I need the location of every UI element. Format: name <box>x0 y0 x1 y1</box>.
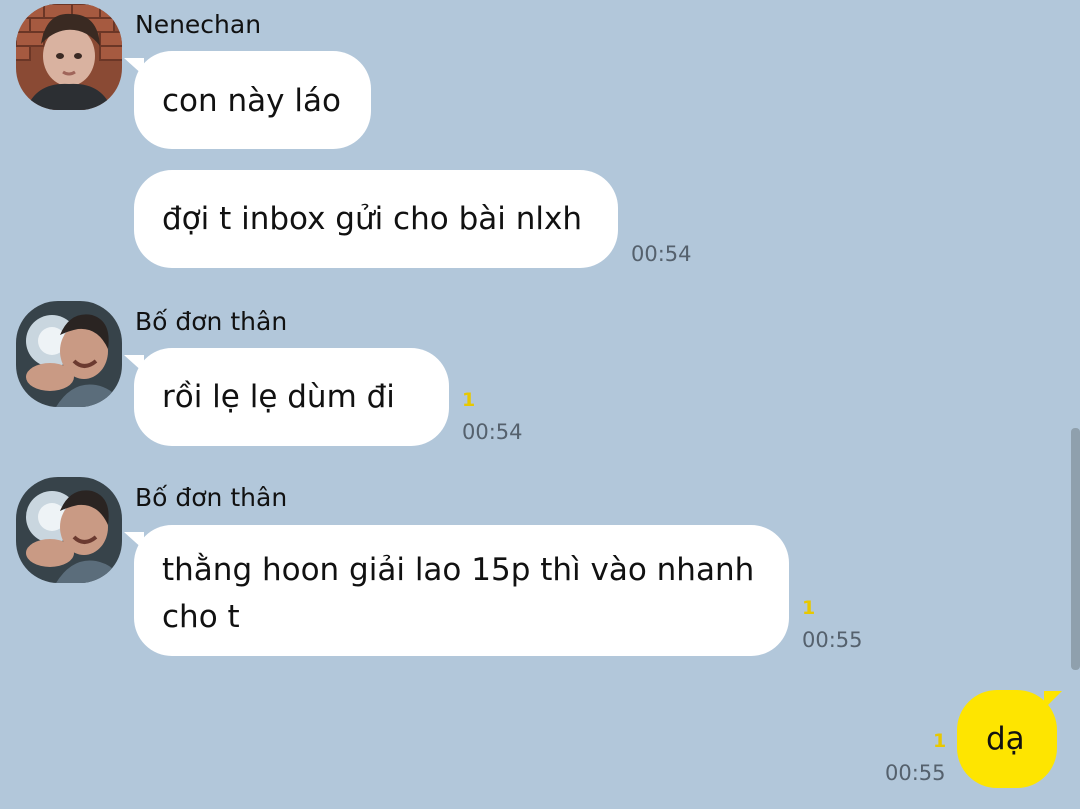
sender-name: Bố đơn thân <box>135 307 288 336</box>
message-timestamp: 00:55 <box>885 761 946 785</box>
message-text: thằng hoon giải lao 15p thì vào nhanh ch… <box>162 552 755 635</box>
avatar-bo-don-than-image <box>16 477 122 583</box>
message-text: đợi t inbox gửi cho bài nlxh <box>162 201 582 237</box>
sender-name: Bố đơn thân <box>135 483 288 512</box>
message-text: rồi lẹ lẹ dùm đi <box>162 379 395 415</box>
bubble-tail <box>1044 691 1062 709</box>
avatar-bo-don-than-image <box>16 301 122 407</box>
message-bubble[interactable]: đợi t inbox gửi cho bài nlxh <box>134 170 618 268</box>
avatar-bo-don-than[interactable] <box>16 477 122 583</box>
unread-count: 1 <box>802 597 816 619</box>
avatar-nenechan[interactable] <box>16 4 122 110</box>
outgoing-message-bubble[interactable]: dạ <box>957 690 1057 788</box>
unread-count: 1 <box>933 730 947 752</box>
message-text: dạ <box>986 721 1025 757</box>
message-timestamp: 00:55 <box>802 628 863 652</box>
message-bubble[interactable]: thằng hoon giải lao 15p thì vào nhanh ch… <box>134 525 789 656</box>
message-bubble[interactable]: rồi lẹ lẹ dùm đi <box>134 348 449 446</box>
sender-name: Nenechan <box>135 10 262 39</box>
unread-count: 1 <box>462 389 476 411</box>
message-timestamp: 00:54 <box>631 242 692 266</box>
scrollbar-thumb[interactable] <box>1071 428 1080 670</box>
message-timestamp: 00:54 <box>462 420 523 444</box>
message-bubble[interactable]: con này láo <box>134 51 371 149</box>
message-text: con này láo <box>162 83 341 119</box>
avatar-nenechan-image <box>16 4 122 110</box>
avatar-bo-don-than[interactable] <box>16 301 122 407</box>
